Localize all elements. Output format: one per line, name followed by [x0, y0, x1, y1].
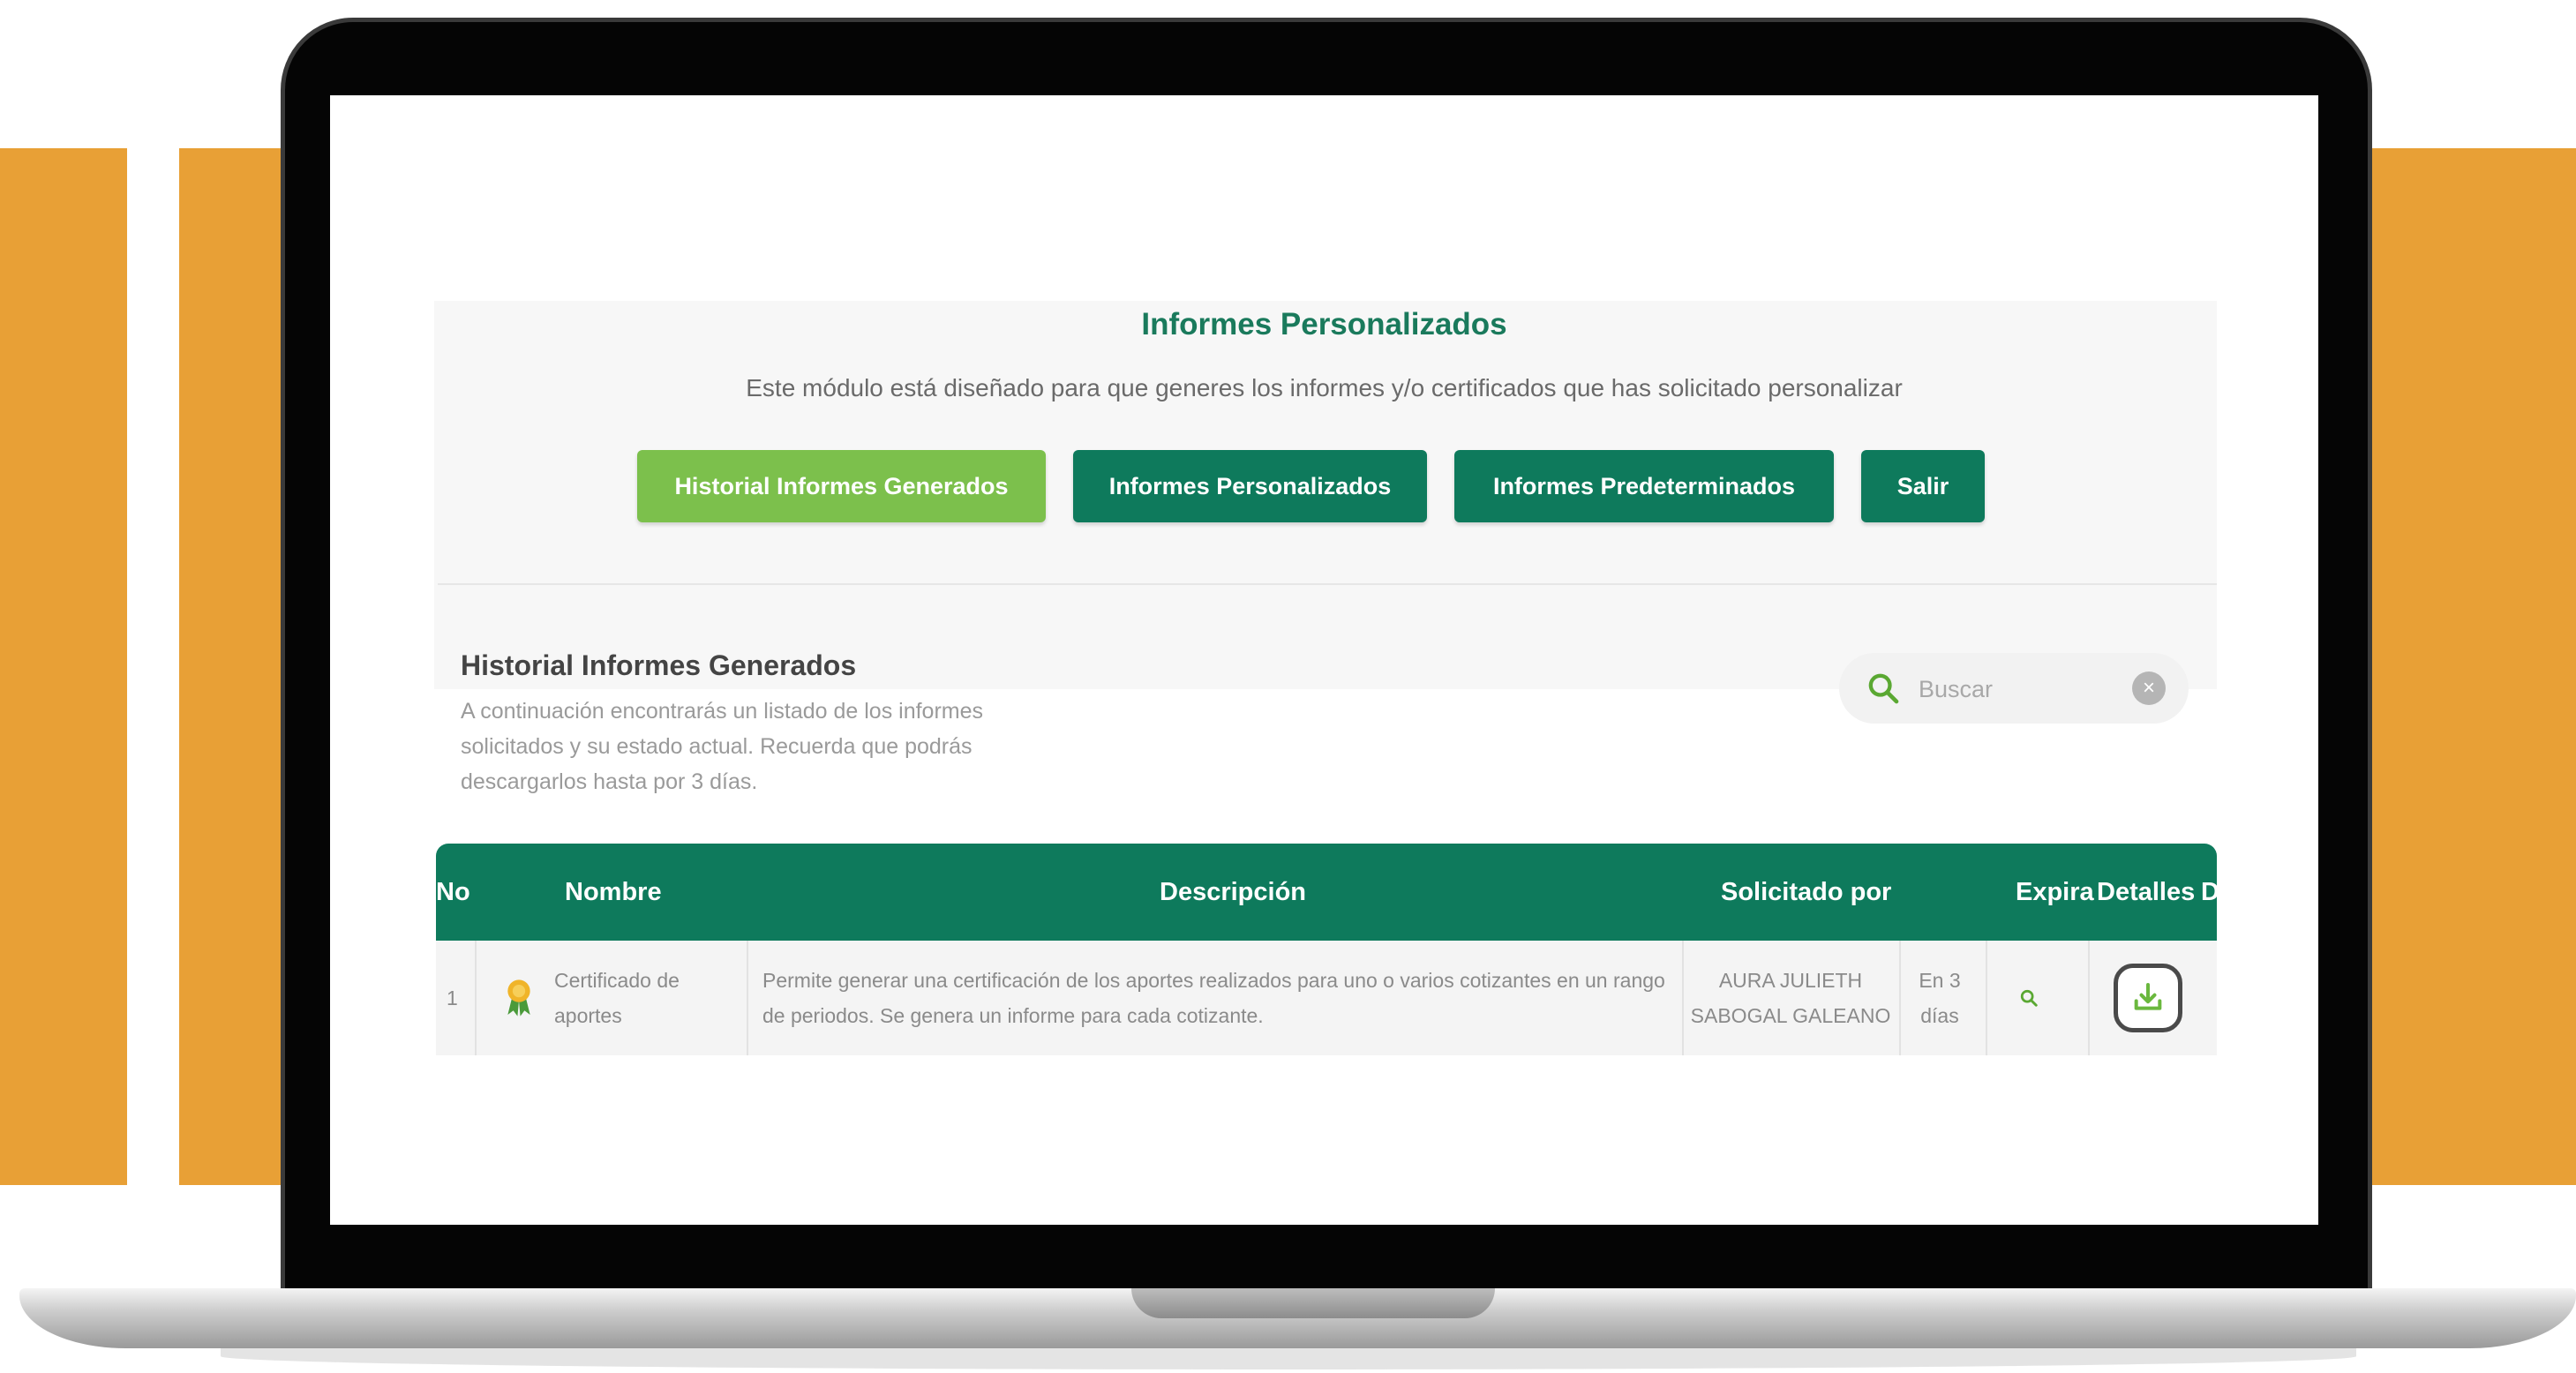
cell-solicitado: AURA JULIETH SABOGAL GALEANO	[1690, 969, 1891, 1027]
column-separator	[1899, 941, 1901, 1055]
column-separator	[1986, 941, 1987, 1055]
header-detalles: Detalles	[2097, 877, 2196, 906]
predeterminados-button[interactable]: Informes Predeterminados	[1454, 450, 1834, 522]
column-separator	[747, 941, 748, 1055]
laptop-notch	[1131, 1288, 1495, 1318]
table-header: No Nombre Descripción Solicitado por Exp…	[436, 844, 2318, 941]
download-icon	[2134, 983, 2162, 1010]
table-row: 1 Certificado de aportes Permite generar…	[436, 941, 2217, 1055]
historial-button[interactable]: Historial Informes Generados	[637, 450, 1046, 522]
cell-expira: En 3 días	[1919, 969, 1961, 1027]
search-input[interactable]	[1917, 669, 2114, 709]
divider	[438, 583, 2217, 585]
cell-nombre: Certificado de aportes	[554, 969, 680, 1027]
download-button[interactable]	[2114, 964, 2182, 1032]
decorative-bar	[2343, 148, 2576, 1185]
search-box: ×	[1839, 653, 2189, 724]
column-separator	[475, 941, 477, 1055]
header-solicitado: Solicitado por	[1721, 877, 1892, 906]
header-nombre: Nombre	[565, 877, 662, 906]
award-ribbon-icon	[499, 941, 538, 1055]
header-no: No	[436, 877, 470, 906]
search-icon	[2020, 989, 2038, 1007]
laptop-screen: Informes Personalizados Este módulo está…	[330, 95, 2318, 1225]
salir-button[interactable]: Salir	[1861, 450, 1985, 522]
search-icon	[1868, 673, 1899, 704]
personalizados-button[interactable]: Informes Personalizados	[1073, 450, 1427, 522]
header-expira: Expira	[2016, 877, 2094, 906]
cell-descripcion: Permite generar una certificación de los…	[762, 969, 1665, 1027]
decorative-bar	[0, 148, 127, 1185]
details-button[interactable]	[1998, 941, 2060, 1055]
header-descripcion: Descripción	[1160, 877, 1306, 906]
column-separator	[2088, 941, 2090, 1055]
clear-icon[interactable]: ×	[2132, 671, 2166, 705]
cell-descargar	[2104, 941, 2192, 1055]
cell-no: 1	[447, 986, 458, 1009]
column-separator	[1682, 941, 1684, 1055]
header-descargar: Descargar	[2201, 877, 2318, 906]
page-subtitle: Este módulo está diseñado para que gener…	[746, 374, 1903, 401]
section-description: A continuación encontrarás un listado de…	[461, 699, 984, 794]
page-title: Informes Personalizados	[1141, 307, 1507, 341]
section-title: Historial Informes Generados	[461, 649, 857, 681]
